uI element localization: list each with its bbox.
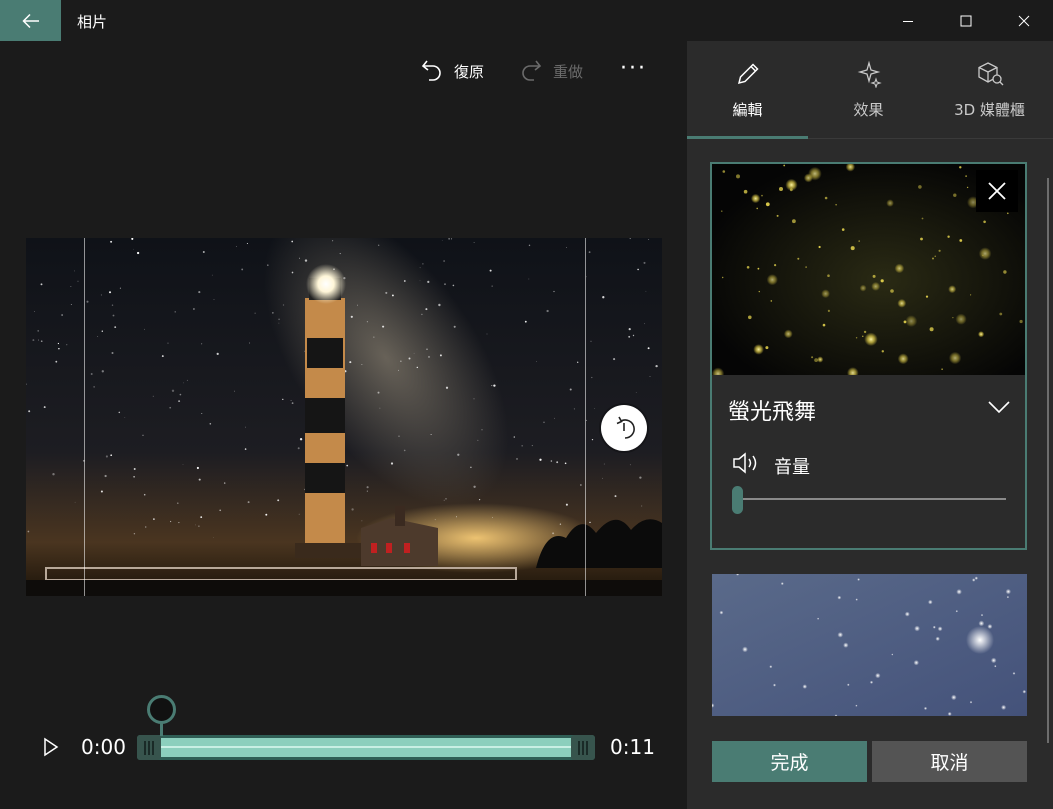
undo-icon	[421, 60, 441, 81]
remove-effect-button[interactable]	[976, 170, 1018, 212]
close-window-button[interactable]	[995, 0, 1053, 41]
redo-icon	[522, 60, 542, 81]
maximize-icon	[960, 15, 972, 26]
close-icon	[988, 182, 1006, 200]
start-time: 0:00	[81, 735, 126, 759]
chevron-down-icon[interactable]	[988, 400, 1010, 414]
panel-scrollbar[interactable]	[1047, 178, 1049, 743]
effect-thumbnail-snow[interactable]	[712, 574, 1027, 716]
end-time: 0:11	[610, 735, 655, 759]
tab-3d-label: 3D 媒體櫃	[954, 101, 1025, 119]
rotate-button[interactable]	[601, 405, 647, 451]
crop-guide-left[interactable]	[84, 238, 85, 596]
undo-label: 復原	[454, 62, 485, 81]
tab-3d-library[interactable]: 3D 媒體櫃	[929, 41, 1050, 137]
effect-card-selected[interactable]: 螢光飛舞 音量	[710, 162, 1027, 550]
tab-effects-label: 效果	[853, 101, 884, 119]
app-title: 相片	[77, 13, 108, 31]
volume-icon[interactable]	[732, 451, 762, 475]
back-button[interactable]	[0, 0, 61, 41]
edit-panel: 編輯 效果 3D 媒體櫃 螢光飛舞 音量 完成 取消	[687, 41, 1053, 809]
cube-search-icon	[977, 62, 1003, 86]
tab-edit[interactable]: 編輯	[687, 41, 808, 137]
arrow-left-icon	[21, 13, 39, 28]
photo-preview	[26, 238, 662, 596]
tab-edit-label: 編輯	[732, 101, 763, 119]
volume-slider-thumb[interactable]	[732, 486, 743, 514]
selected-tab-indicator	[687, 136, 808, 139]
redo-label: 重做	[553, 62, 584, 81]
volume-slider-track[interactable]	[738, 498, 1006, 500]
pencil-icon	[737, 63, 759, 85]
redo-button[interactable]: 重做	[519, 58, 583, 84]
play-button[interactable]	[40, 736, 62, 758]
sparkle-icon	[857, 60, 882, 88]
volume-label: 音量	[774, 457, 810, 478]
more-options-button[interactable]: ···	[620, 56, 647, 81]
title-bar: 相片	[0, 0, 1053, 41]
done-button[interactable]: 完成	[712, 741, 867, 782]
playhead-stem	[160, 722, 163, 736]
timeline-progress-line	[147, 746, 585, 748]
minimize-icon	[903, 20, 913, 22]
rotate-icon	[616, 416, 635, 439]
undo-button[interactable]: 復原	[420, 58, 484, 84]
effect-name: 螢光飛舞	[728, 400, 817, 425]
playhead-knob[interactable]	[147, 695, 176, 724]
trim-handle-end[interactable]	[571, 735, 595, 760]
trim-handle-start[interactable]	[137, 735, 161, 760]
cancel-button[interactable]: 取消	[872, 741, 1027, 782]
crop-guide-right[interactable]	[585, 238, 586, 596]
minimize-button[interactable]	[879, 0, 937, 41]
maximize-button[interactable]	[937, 0, 995, 41]
close-icon	[1018, 15, 1030, 26]
tab-effects[interactable]: 效果	[808, 41, 929, 137]
